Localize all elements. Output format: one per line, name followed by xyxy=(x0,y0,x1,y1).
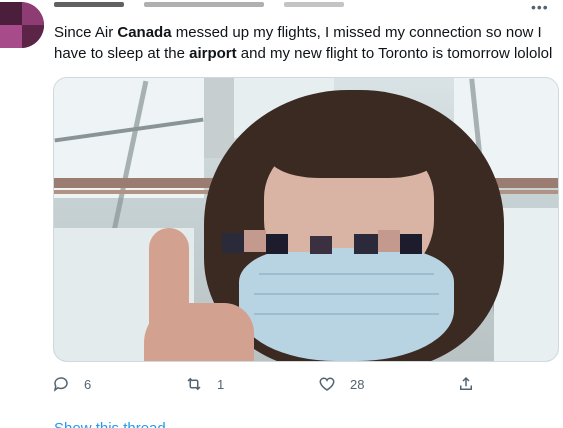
more-horizontal-icon[interactable]: ••• xyxy=(531,0,549,14)
face-mask xyxy=(239,248,454,361)
retweet-count: 1 xyxy=(217,376,225,392)
person-hair-fringe xyxy=(269,108,439,178)
like-button[interactable]: 28 xyxy=(318,372,364,396)
tweet-photo[interactable] xyxy=(53,77,559,362)
reply-button[interactable]: 6 xyxy=(52,372,91,396)
obscured-handle xyxy=(144,2,264,7)
censor-pixel xyxy=(378,230,400,252)
heart-icon xyxy=(319,377,335,391)
censor-pixel xyxy=(354,234,378,254)
censor-pixel xyxy=(266,234,288,254)
mask-pleat xyxy=(254,313,439,315)
tweet-text-part-bold: Canada xyxy=(117,24,172,41)
censor-pixel xyxy=(288,230,310,252)
avatar[interactable] xyxy=(0,2,44,48)
share-button[interactable] xyxy=(457,372,489,396)
obscured-date xyxy=(284,2,344,7)
obscured-name xyxy=(54,2,124,7)
tweet-text: Since Air Canada messed up my flights, I… xyxy=(54,22,559,64)
reply-icon xyxy=(53,377,68,392)
reply-count: 6 xyxy=(84,376,92,392)
mask-pleat xyxy=(254,293,439,295)
avatar-pixel xyxy=(22,25,44,48)
mask-pleat xyxy=(259,273,434,275)
avatar-pixel xyxy=(0,25,22,48)
tweet-text-part: Since Air xyxy=(54,24,118,41)
retweet-button[interactable]: 1 xyxy=(185,372,224,396)
retweet-icon xyxy=(187,377,201,391)
avatar-pixel xyxy=(0,2,22,25)
avatar-pixel xyxy=(22,2,44,25)
thumbs-up-fist xyxy=(144,303,254,361)
tweet-action-bar: 6 1 28 xyxy=(52,372,522,396)
tweet-text-part-bold: airport xyxy=(189,45,237,62)
censor-pixel xyxy=(222,233,244,253)
censor-pixel xyxy=(310,236,332,254)
author-header-obscured xyxy=(54,2,414,12)
tweet-text-part: and my new flight to Toronto is tomorrow… xyxy=(236,45,553,62)
censor-pixel xyxy=(400,234,422,254)
censor-pixel xyxy=(244,230,266,252)
share-icon xyxy=(460,376,472,390)
like-count: 28 xyxy=(350,376,365,392)
